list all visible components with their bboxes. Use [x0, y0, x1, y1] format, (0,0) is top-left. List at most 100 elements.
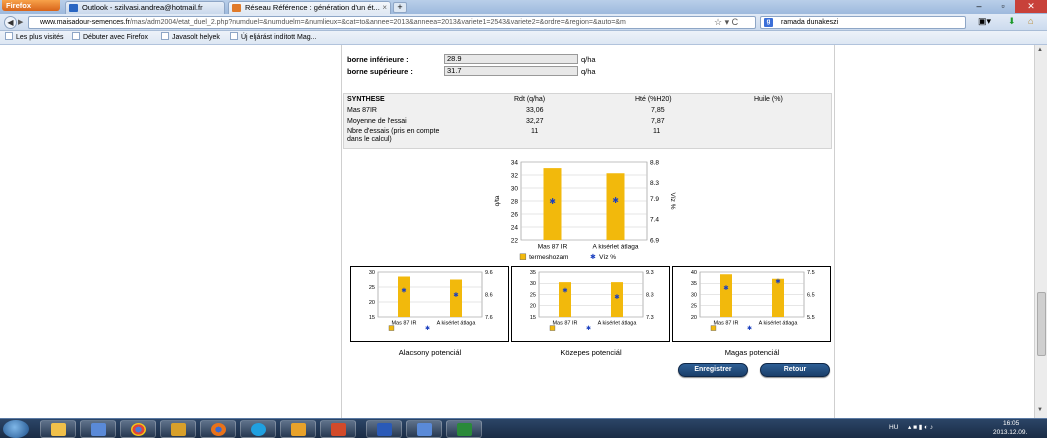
y2-tick-label: 7.5 [807, 270, 815, 276]
page-menu-icon[interactable]: ▣▾ [978, 16, 991, 27]
search-input[interactable]: g ramada dunakeszi [760, 16, 966, 29]
home-icon[interactable]: ⌂ [1028, 16, 1033, 26]
taskbar-app2[interactable] [406, 420, 442, 438]
start-button[interactable] [3, 420, 29, 438]
borne-inf-label: borne inférieure : [347, 55, 409, 64]
scroll-up-icon[interactable]: ▲ [1037, 47, 1043, 53]
moisture-point: ✱ [401, 286, 407, 294]
google-icon: g [764, 18, 773, 27]
moisture-point: ✱ [612, 196, 619, 205]
y2-tick-label: 9.6 [485, 270, 493, 276]
moisture-point: ✱ [549, 197, 556, 206]
forward-button[interactable]: ▶ [18, 18, 23, 26]
cell-rdt: 32,27 [526, 118, 544, 125]
legend-label: Víz % [599, 254, 616, 261]
col-header-hte: Hté (%H20) [635, 96, 672, 103]
y-tick-label: 40 [691, 270, 697, 276]
vertical-scrollbar[interactable]: ▲ ▼ [1034, 45, 1047, 418]
borne-sup-field[interactable]: 31.7 [444, 66, 578, 76]
synthese-table: SYNTHESE Rdt (q/ha) Hté (%H20) Huile (%)… [343, 93, 832, 149]
legend-bar-swatch [519, 253, 527, 260]
legend-bar-swatch [549, 325, 556, 331]
firefox-menu-button[interactable]: Firefox [2, 0, 60, 11]
navigation-bar: ◀ ▶ www.maisadour-semences.fr/mas/adm200… [0, 14, 1047, 31]
bookmark-label: Új eljárást indított Mag... [241, 34, 317, 41]
caption-magas: Magas potenciál [724, 348, 780, 357]
y2-tick-label: 8.6 [485, 292, 493, 298]
y2-tick-label: 8.3 [650, 180, 659, 187]
maximize-button[interactable]: ▫ [991, 0, 1015, 13]
y2-tick-label: 7.4 [650, 217, 659, 224]
cell-hte: 11 [653, 128, 661, 135]
taskbar-media[interactable] [80, 420, 116, 438]
bookmark-star-icon[interactable]: ☆ ▾ C [714, 14, 738, 31]
new-tab-button[interactable]: + [393, 2, 407, 13]
y-axis-label: q/ta [494, 195, 501, 206]
y-tick-label: 25 [369, 285, 375, 291]
legend-bar-swatch [710, 325, 717, 331]
scrollbar-thumb[interactable] [1037, 292, 1046, 356]
back-button[interactable]: ◀ [4, 16, 17, 29]
yield-bar [398, 276, 410, 317]
taskbar-excel[interactable] [446, 420, 482, 438]
moisture-point: ✱ [562, 286, 568, 294]
legend-point-marker: ✱ [590, 253, 596, 261]
language-indicator[interactable]: HU [889, 423, 898, 433]
bookmark-label: Débuter avec Firefox [83, 34, 148, 41]
y2-tick-label: 7.3 [646, 315, 654, 321]
tab-reseau-reference[interactable]: Réseau Référence : génération d'un ét...… [228, 1, 391, 14]
bookmark-getting-started[interactable]: Débuter avec Firefox [72, 31, 148, 44]
windows-taskbar: HU ▴ ■ ▮ ◐ ♪ 16:05 2013.12.09. [0, 418, 1047, 438]
firefox-icon [211, 423, 226, 436]
bookmark-most-visited[interactable]: Les plus visités [5, 31, 63, 44]
y2-tick-label: 6.9 [650, 237, 659, 244]
scroll-down-icon[interactable]: ▼ [1037, 407, 1043, 413]
cell-rdt: 11 [531, 128, 539, 135]
taskbar-chrome[interactable] [120, 420, 156, 438]
app-icon [417, 423, 432, 436]
tray-icons[interactable]: ▴ ■ ▮ ◐ ♪ [908, 423, 933, 433]
url-domain: www.maisadour-semences.fr [40, 19, 130, 26]
y2-tick-label: 6.5 [807, 292, 815, 298]
taskbar-explorer[interactable] [40, 420, 76, 438]
borne-inf-field[interactable]: 28.9 [444, 54, 578, 64]
caption-alacsony: Alacsony potenciál [398, 348, 462, 357]
close-tab-icon[interactable]: × [382, 2, 387, 13]
row-label-continued: dans le calcul) [347, 136, 392, 143]
taskbar-app[interactable] [160, 420, 196, 438]
borne-sup-label: borne supérieure : [347, 67, 413, 76]
taskbar-powerpoint[interactable] [320, 420, 356, 438]
download-icon[interactable]: ⬇ [1008, 16, 1016, 27]
page-favicon-icon [232, 4, 241, 12]
cell-rdt: 33,06 [526, 107, 544, 114]
close-window-button[interactable]: ✕ [1015, 0, 1047, 13]
chart-panel-kozepes: 35 30 25 20 15 9.3 8.3 7.3 ✱ Mas 87 IR ✱ A kisérlet… [511, 266, 670, 342]
tab-label: Outlook - szilvasi.andrea@hotmail.fr [82, 3, 203, 12]
tab-label: Réseau Référence : génération d'un ét... [245, 3, 380, 12]
address-bar[interactable]: www.maisadour-semences.fr/mas/adm2004/et… [28, 16, 756, 29]
taskbar-outlook[interactable] [280, 420, 316, 438]
url-path: /mas/adm2004/etat_duel_2.php?numduel=&nu… [129, 19, 626, 26]
y-tick-label: 30 [511, 185, 519, 192]
caption-kozepes: Közepes potenciál [560, 348, 622, 357]
save-button[interactable]: Enregistrer [678, 363, 748, 377]
y-tick-label: 24 [511, 224, 519, 231]
legend-bar-swatch [388, 325, 395, 331]
bookmark-new-procedure[interactable]: Új eljárást indított Mag... [230, 31, 316, 44]
legend-point-marker: ✱ [586, 325, 591, 332]
yield-bar [606, 173, 625, 240]
taskbar-firefox[interactable] [200, 420, 236, 438]
back-button-page[interactable]: Retour [760, 363, 830, 377]
taskbar-word[interactable] [366, 420, 402, 438]
x-category-label: A kisérlet átlaga [437, 321, 477, 327]
search-value: ramada dunakeszi [781, 19, 839, 26]
x-category-label: Mas 87 IR [552, 321, 577, 327]
x-category-label: A kisérlet átlaga [593, 244, 639, 251]
tab-outlook[interactable]: Outlook - szilvasi.andrea@hotmail.fr [65, 1, 225, 14]
clock-date[interactable]: 2013.12.09. [993, 428, 1027, 438]
taskbar-skype[interactable] [240, 420, 276, 438]
bookmark-suggested-sites[interactable]: Javasolt helyek [161, 31, 220, 44]
outlook-icon [69, 4, 78, 12]
moisture-point: ✱ [453, 291, 459, 299]
minimize-button[interactable]: – [967, 0, 991, 13]
